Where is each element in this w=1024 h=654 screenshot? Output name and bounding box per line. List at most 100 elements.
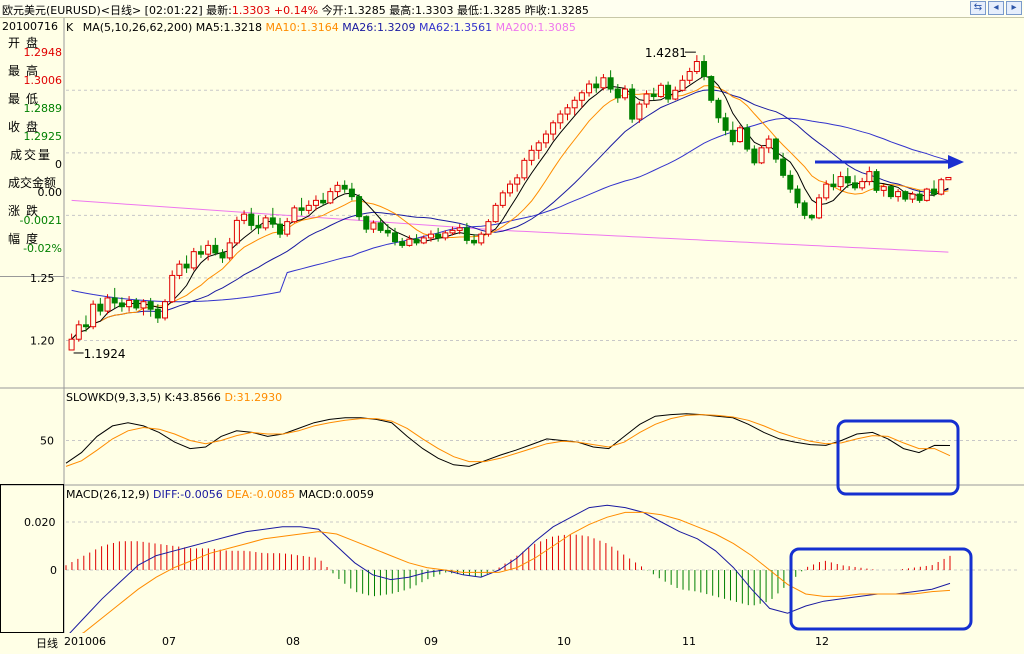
candle-down: [320, 199, 327, 204]
candle-down: [348, 188, 355, 198]
candle-down: [744, 127, 751, 150]
candle-up: [126, 299, 133, 308]
candle-down: [399, 241, 406, 246]
time-axis: 日线 201006 07 08 09 10 11 12: [0, 633, 1024, 654]
instrument-name: 欧元美元(EURUSD)<日线>: [2, 4, 142, 17]
candle-up: [456, 227, 463, 231]
candle-up: [205, 244, 212, 255]
candle-up: [923, 188, 930, 201]
candle-up: [758, 147, 765, 164]
candle-up: [564, 107, 571, 115]
candle-up: [823, 183, 830, 199]
macd-dea-line: [81, 511, 951, 633]
axis-label-12: 12: [815, 635, 829, 648]
candle-up: [190, 251, 197, 269]
candle-down: [392, 232, 399, 243]
candle-up: [528, 149, 535, 161]
kd-tick-label: 50: [40, 435, 54, 448]
high-label: 最高:: [389, 4, 415, 17]
low-value: 1.3285: [482, 4, 522, 17]
max-price-annotation: 1.4281: [645, 46, 687, 60]
candle-up: [75, 324, 82, 340]
back-icon[interactable]: ◂: [988, 1, 1004, 15]
candle-down: [111, 297, 118, 304]
candle-down: [435, 233, 442, 239]
candle-up: [262, 217, 269, 229]
candle-down: [650, 93, 657, 98]
candle-up: [162, 301, 169, 319]
chart-area: 1.25 1.20 1.4281 1.1924 50 0.020 0: [0, 18, 1024, 633]
candle-down: [722, 117, 729, 131]
candle-up: [578, 92, 585, 101]
high-value: 1.3303: [415, 4, 454, 17]
macd-tick-label: 0.020: [24, 516, 56, 529]
candle-down: [715, 99, 722, 119]
candle-up: [837, 176, 844, 188]
candle-up: [693, 61, 700, 73]
candle-up: [420, 237, 427, 244]
candle-down: [916, 193, 923, 201]
candle-up: [427, 233, 434, 239]
candle-up: [816, 197, 823, 219]
candle-up: [507, 183, 513, 194]
candle-up: [176, 263, 183, 276]
candle-down: [751, 148, 758, 164]
candle-up: [90, 303, 97, 328]
candle-down: [801, 202, 808, 216]
quote-summary: 欧元美元(EURUSD)<日线> [02:01:22] 最新:1.3303 +0…: [2, 2, 589, 18]
candle-up: [621, 88, 628, 99]
candle-up: [679, 79, 686, 91]
candle-up: [600, 77, 607, 89]
candle-down: [593, 83, 600, 89]
candle-down: [463, 227, 470, 241]
candle-down: [197, 251, 204, 255]
candle-up: [945, 176, 952, 181]
candle-up: [514, 177, 521, 185]
candle-up: [859, 181, 866, 189]
candle-down: [708, 76, 715, 101]
trend-arrow-head: [948, 155, 964, 169]
period-label: 日线: [36, 637, 58, 650]
candle-up: [478, 233, 485, 244]
candle-down: [794, 188, 801, 204]
candle-up: [535, 142, 542, 151]
macd-scale-frame: [0, 484, 64, 633]
candle-down: [701, 61, 708, 78]
candle-down: [614, 88, 621, 99]
axis-label-08: 08: [286, 635, 300, 648]
candle-down: [363, 216, 370, 230]
price-tick-label: 1.25: [30, 272, 55, 285]
candle-up: [305, 204, 312, 211]
candle-up: [406, 238, 413, 246]
latest-value: 1.3303: [231, 4, 271, 17]
candle-up: [104, 297, 111, 312]
candle-up: [636, 103, 643, 120]
candle-down: [269, 217, 276, 225]
low-label: 最低:: [457, 4, 483, 17]
quote-time: [02:01:22]: [144, 4, 203, 17]
candle-up: [521, 159, 528, 179]
restore-icon[interactable]: ⇆: [970, 1, 986, 15]
prev-close-value: 1.3285: [550, 4, 589, 17]
candle-down: [471, 239, 478, 244]
candle-up: [643, 93, 650, 105]
candle-up: [686, 71, 693, 81]
title-bar: 欧元美元(EURUSD)<日线> [02:01:22] 最新:1.3303 +0…: [0, 0, 1024, 18]
candle-up: [327, 191, 334, 204]
candle-down: [844, 176, 851, 184]
candle-down: [133, 299, 140, 309]
candle-down: [413, 238, 420, 244]
candle-up: [938, 179, 945, 195]
prev-close-label: 昨收:: [524, 4, 551, 17]
macd-tick-label: 0: [50, 564, 57, 577]
candle-down: [219, 252, 226, 259]
candle-up: [442, 232, 449, 239]
forward-icon[interactable]: ▸: [1006, 1, 1022, 15]
candle-up: [241, 213, 248, 221]
candle-down: [212, 244, 219, 254]
candle-up: [499, 192, 506, 206]
candle-down: [154, 308, 161, 319]
latest-label: 最新:: [206, 4, 232, 17]
candle-down: [772, 138, 779, 160]
candle-down: [248, 213, 255, 226]
